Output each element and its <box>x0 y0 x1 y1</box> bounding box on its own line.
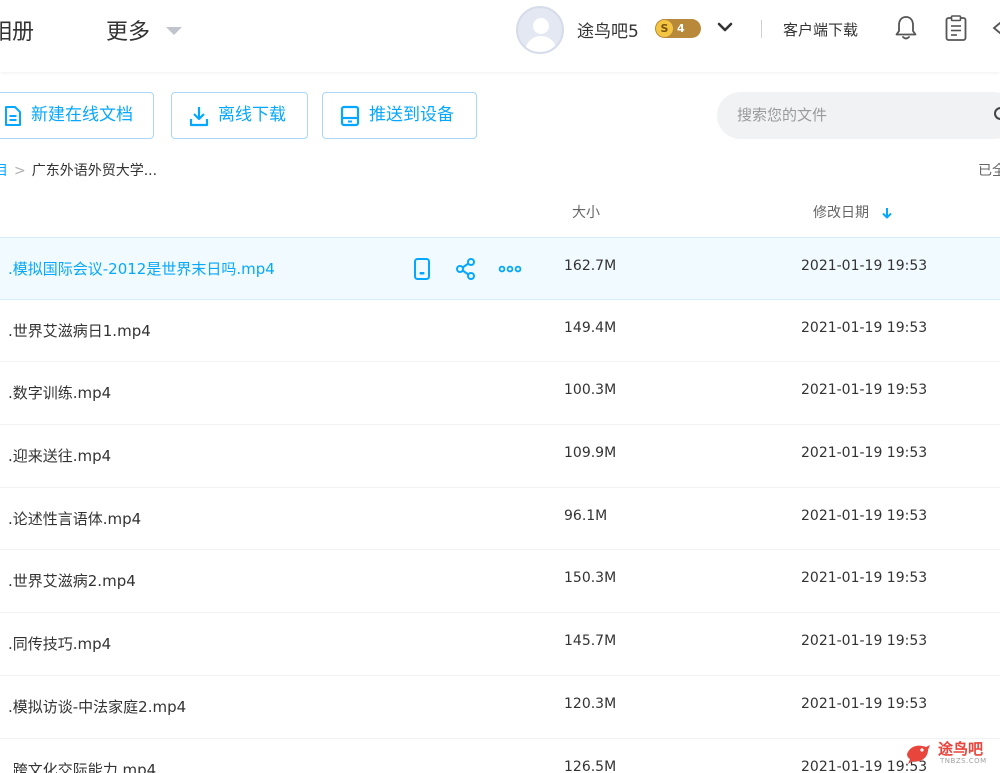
push-to-device-label: 推送到设备 <box>369 105 454 125</box>
watermark: 途鸟吧 TNBZS.COM <box>904 736 996 770</box>
table-row[interactable]: .同传技巧.mp4 145.7M 2021-01-19 19:53 <box>0 613 1000 676</box>
column-header-date-label: 修改日期 <box>813 205 869 221</box>
table-row[interactable]: .跨文化交际能力.mp4 126.5M 2021-01-19 19:53 <box>0 739 1000 773</box>
search-box <box>717 92 1000 139</box>
nav-more[interactable]: 更多 <box>106 14 182 46</box>
bird-logo-icon <box>907 745 930 764</box>
file-date: 2021-01-19 19:53 <box>801 445 928 462</box>
nav-album[interactable]: 相册 <box>0 14 34 46</box>
file-size: 126.5M <box>564 758 617 773</box>
column-header-date[interactable]: 修改日期 <box>813 202 893 222</box>
search-icon[interactable] <box>993 106 1000 124</box>
file-date: 2021-01-19 19:53 <box>801 319 928 336</box>
breadcrumb-separator: > <box>14 163 26 179</box>
avatar[interactable] <box>516 6 564 54</box>
top-header: 相册 更多 途鸟吧5 S 4 客户端下载 <box>0 0 1000 72</box>
more-icon[interactable] <box>498 257 522 281</box>
breadcrumb-root[interactable]: 目 <box>0 163 8 179</box>
file-name[interactable]: .同传技巧.mp4 <box>8 633 111 654</box>
partial-header-icon[interactable] <box>990 14 1000 42</box>
device-icon <box>340 105 360 127</box>
table-row[interactable]: .模拟访谈-中法家庭2.mp4 120.3M 2021-01-19 19:53 <box>0 676 1000 739</box>
bell-icon[interactable] <box>893 14 919 42</box>
file-size: 96.1M <box>564 507 608 524</box>
watermark-subtext: TNBZS.COM <box>940 757 987 765</box>
file-list: .模拟国际会议-2012是世界末日吗.mp4 162.7M 2021-01-19… <box>0 237 1000 773</box>
vip-level: 4 <box>677 22 685 35</box>
file-size: 109.9M <box>564 445 617 462</box>
new-online-doc-label: 新建在线文档 <box>31 105 133 125</box>
file-date: 2021-01-19 19:53 <box>801 507 928 524</box>
chevron-down-icon[interactable] <box>716 18 734 36</box>
push-to-device-button[interactable]: 推送到设备 <box>322 92 477 139</box>
header-divider <box>761 20 762 38</box>
loaded-status: 已全 <box>978 163 1000 179</box>
username[interactable]: 途鸟吧5 <box>577 17 639 42</box>
offline-download-button[interactable]: 离线下载 <box>171 92 308 139</box>
table-row[interactable]: .世界艾滋病2.mp4 150.3M 2021-01-19 19:53 <box>0 550 1000 614</box>
file-date: 2021-01-19 19:53 <box>801 695 928 712</box>
breadcrumb: 目 > 广东外语外贸大学... <box>0 160 157 180</box>
column-header-size[interactable]: 大小 <box>572 202 600 222</box>
vip-badge[interactable]: S 4 <box>655 19 701 38</box>
file-date: 2021-01-19 19:53 <box>801 633 928 650</box>
file-name[interactable]: .论述性言语体.mp4 <box>8 508 141 529</box>
file-name[interactable]: .跨文化交际能力.mp4 <box>8 759 156 773</box>
file-date: 2021-01-19 19:53 <box>801 570 928 587</box>
phone-icon[interactable] <box>410 257 434 281</box>
new-online-doc-button[interactable]: 新建在线文档 <box>0 92 154 139</box>
file-name[interactable]: .数字训练.mp4 <box>8 382 111 403</box>
table-row[interactable]: .模拟国际会议-2012是世界末日吗.mp4 162.7M 2021-01-19… <box>0 237 1000 300</box>
file-size: 150.3M <box>564 570 617 587</box>
file-name[interactable]: .世界艾滋病日1.mp4 <box>8 320 151 341</box>
file-size: 100.3M <box>564 382 617 399</box>
file-name[interactable]: .迎来送往.mp4 <box>8 445 111 466</box>
file-name[interactable]: .模拟国际会议-2012是世界末日吗.mp4 <box>8 258 275 279</box>
file-date: 2021-01-19 19:53 <box>801 258 928 274</box>
watermark-text: 途鸟吧 <box>938 740 984 758</box>
download-icon <box>189 107 209 127</box>
file-size: 120.3M <box>564 695 617 712</box>
breadcrumb-current: 广东外语外贸大学... <box>31 163 158 179</box>
table-row[interactable]: .世界艾滋病日1.mp4 149.4M 2021-01-19 19:53 <box>0 300 1000 363</box>
file-size: 145.7M <box>564 633 617 650</box>
document-icon <box>5 106 21 126</box>
sort-desc-icon <box>882 208 893 219</box>
file-name[interactable]: .世界艾滋病2.mp4 <box>8 570 136 591</box>
caret-down-icon <box>166 27 182 35</box>
file-date: 2021-01-19 19:53 <box>801 382 928 399</box>
file-size: 149.4M <box>564 319 617 336</box>
table-row[interactable]: .数字训练.mp4 100.3M 2021-01-19 19:53 <box>0 362 1000 426</box>
file-size: 162.7M <box>564 258 617 274</box>
offline-download-label: 离线下载 <box>218 105 286 125</box>
search-input[interactable] <box>737 103 967 127</box>
client-download-link[interactable]: 客户端下载 <box>783 19 858 40</box>
clipboard-icon[interactable] <box>943 14 969 42</box>
table-row[interactable]: .迎来送往.mp4 109.9M 2021-01-19 19:53 <box>0 425 1000 488</box>
table-row[interactable]: .论述性言语体.mp4 96.1M 2021-01-19 19:53 <box>0 488 1000 551</box>
nav-more-label: 更多 <box>106 20 151 45</box>
vip-coin-icon: S <box>656 20 673 37</box>
share-icon[interactable] <box>454 257 478 281</box>
file-name[interactable]: .模拟访谈-中法家庭2.mp4 <box>8 696 186 717</box>
